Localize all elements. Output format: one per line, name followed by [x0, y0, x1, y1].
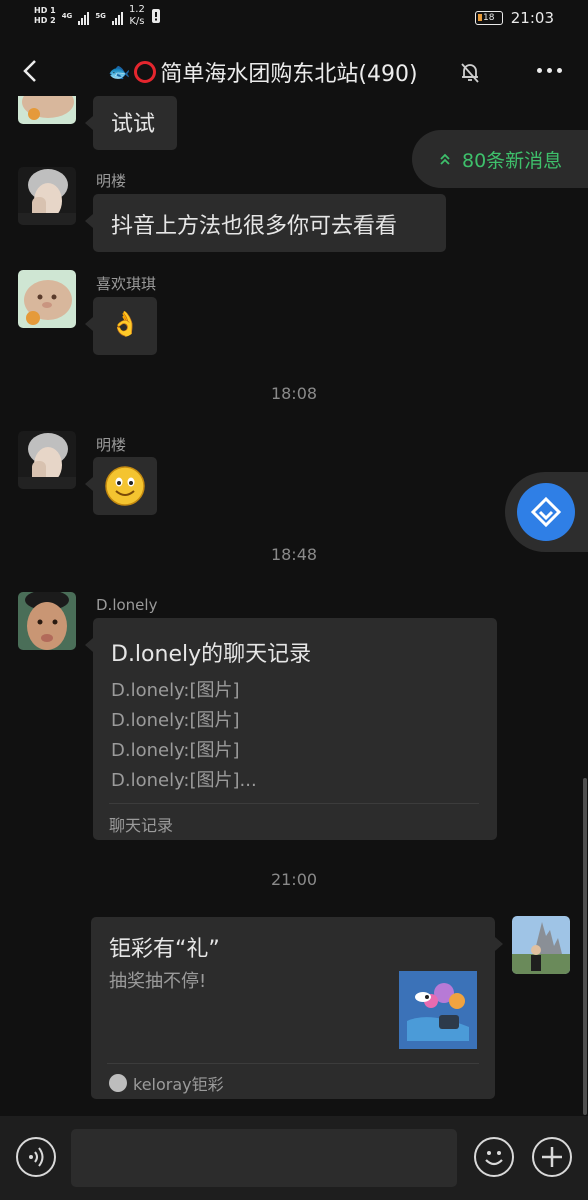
link-card-thumbnail	[399, 971, 477, 1049]
signal-icon-2	[111, 7, 123, 25]
clock: 21:03	[510, 9, 554, 27]
message-input[interactable]	[71, 1129, 457, 1187]
double-chevron-up-icon	[440, 153, 450, 165]
new-messages-button[interactable]: 80条新消息	[412, 130, 588, 188]
floating-app-button[interactable]	[505, 472, 588, 552]
emoji-button[interactable]	[474, 1137, 514, 1177]
page-title: 🐟 简单海水团购东北站(490)	[108, 56, 418, 88]
chat-record-line: D.lonely:[图片]...	[111, 770, 257, 791]
fish-icon: 🐟	[108, 61, 131, 83]
plus-icon	[542, 1147, 562, 1167]
voice-icon	[29, 1147, 44, 1167]
link-card[interactable]: 钜彩有“礼” 抽奖抽不停! keloray钜彩	[91, 917, 503, 1099]
chat-record-line: D.lonely:[图片]	[111, 740, 240, 761]
message-bubble[interactable]: 试试	[85, 96, 177, 150]
avatar[interactable]	[18, 592, 76, 650]
status-bar: HD 1 HD 2 4G 5G 1.2 K/s 18 21:03	[0, 0, 588, 38]
network-speed: 1.2 K/s	[128, 4, 145, 27]
smile-emoji	[105, 466, 145, 506]
link-card-title: 钜彩有“礼”	[109, 937, 220, 962]
timestamp: 21:00	[270, 870, 318, 889]
avatar[interactable]	[18, 270, 76, 328]
divider	[107, 1063, 479, 1064]
alert-icon	[151, 9, 160, 23]
chat-header: 🐟 简单海水团购东北站(490)	[0, 42, 588, 102]
chat-record-line: D.lonely:[图片]	[111, 710, 240, 731]
sender-name: 明楼	[96, 436, 127, 454]
ok-hand-emoji: 👌	[110, 310, 140, 338]
my-avatar[interactable]	[512, 916, 570, 974]
sender-name: D.lonely	[96, 596, 158, 614]
timestamp: 18:48	[270, 545, 318, 564]
more-functions-button[interactable]	[532, 1137, 572, 1177]
sender-name: 喜欢琪琪	[96, 275, 157, 293]
source-logo-icon	[109, 1074, 127, 1092]
input-bar	[0, 1116, 588, 1200]
network-type-2: 5G	[95, 12, 106, 20]
group-name: 简单海水团购东北站(490)	[160, 62, 418, 87]
back-arrow-icon[interactable]	[16, 56, 46, 86]
link-card-description: 抽奖抽不停!	[109, 971, 207, 992]
more-options-icon[interactable]	[537, 68, 562, 73]
chat-record-footer: 聊天记录	[109, 816, 174, 835]
avatar[interactable]	[18, 431, 76, 489]
timestamp: 18:08	[270, 384, 318, 403]
chat-record-title: D.lonely的聊天记录	[111, 642, 312, 667]
message-bubble[interactable]: 抖音上方法也很多你可去看看	[85, 194, 446, 252]
divider	[109, 803, 479, 804]
app-logo-icon	[530, 496, 562, 528]
chat-record-card[interactable]: D.lonely的聊天记录 D.lonely:[图片] D.lonely:[图片…	[85, 618, 497, 840]
hd-indicator: HD 1 HD 2	[34, 6, 56, 25]
message-bubble[interactable]: 👌	[85, 297, 157, 355]
smiley-icon	[485, 1151, 503, 1166]
sender-name: 明楼	[96, 172, 127, 190]
battery-icon: 18	[474, 11, 503, 25]
signal-icon	[78, 7, 90, 25]
voice-input-button[interactable]	[16, 1137, 56, 1177]
network-type: 4G	[61, 12, 73, 20]
avatar[interactable]	[18, 96, 76, 124]
link-card-source: keloray钜彩	[109, 1071, 224, 1095]
avatar[interactable]	[18, 167, 76, 225]
message-bubble[interactable]	[85, 457, 157, 515]
scrollbar[interactable]	[583, 778, 587, 1115]
mute-bell-icon	[461, 63, 479, 83]
red-circle-icon	[134, 61, 157, 83]
chat-record-line: D.lonely:[图片]	[111, 680, 240, 701]
